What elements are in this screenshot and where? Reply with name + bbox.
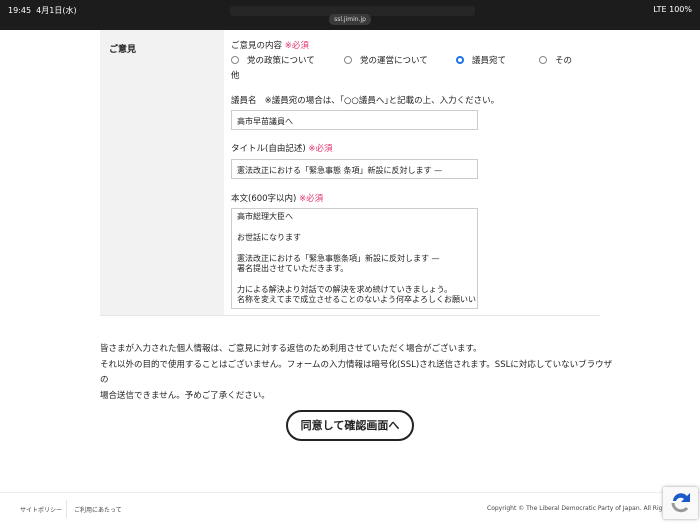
radio-policy[interactable]: 党の政策について <box>231 54 315 66</box>
footer-divider <box>0 492 700 493</box>
url-label[interactable]: ssl.jimin.jp <box>329 14 371 25</box>
footer-link-terms[interactable]: ご利用にあたって <box>74 505 122 514</box>
footer-link-site-policy[interactable]: サイトポリシー <box>20 505 62 514</box>
recaptcha-icon <box>671 493 690 513</box>
member-input[interactable]: 高市早苗議員へ <box>231 110 478 130</box>
divider <box>100 315 600 316</box>
body-textarea[interactable]: 高市総理大臣へ お世話になります 憲法改正における「緊急事態条項」新設に反対します … <box>231 208 478 309</box>
recaptcha-badge[interactable] <box>663 487 698 519</box>
title-input[interactable]: 憲法改正における「緊急事態 条項」新設に反対します — <box>231 159 478 179</box>
copyright: Copyright © The Liberal Democratic Party… <box>487 505 682 512</box>
body-label: 本文(600字以内) ※必須 <box>231 194 324 204</box>
section-label: ご意見 <box>109 45 137 55</box>
radio-management[interactable]: 党の運営について <box>344 54 428 66</box>
content-label: ご意見の内容 ※必須 <box>231 41 309 51</box>
status-time: 19:45 4月1日(水) <box>8 6 77 15</box>
radio-other[interactable]: その <box>539 54 572 66</box>
footer-separator <box>66 500 67 518</box>
radio-other-wrap: 他 <box>231 71 240 81</box>
member-label: 議員名 ※議員宛の場合は、｢○○議員へ｣と記載の上、入力ください。 <box>231 96 500 106</box>
required-mark: ※必須 <box>284 41 309 51</box>
signal-battery: LTE 100% <box>653 5 692 14</box>
form-label-cell: ご意見 <box>100 30 224 315</box>
privacy-notice: 皆さまが入力された個人情報は、ご意見に対する返信のため利用させていただく場合がご… <box>100 344 613 401</box>
agree-confirm-button[interactable]: 同意して確認画面へ <box>286 410 414 441</box>
radio-member[interactable]: 議員宛て <box>456 54 506 66</box>
status-bar: 19:45 4月1日(水) ssl.jimin.jp LTE 100% <box>0 0 700 30</box>
title-label: タイトル(自由記述) ※必須 <box>231 144 333 154</box>
